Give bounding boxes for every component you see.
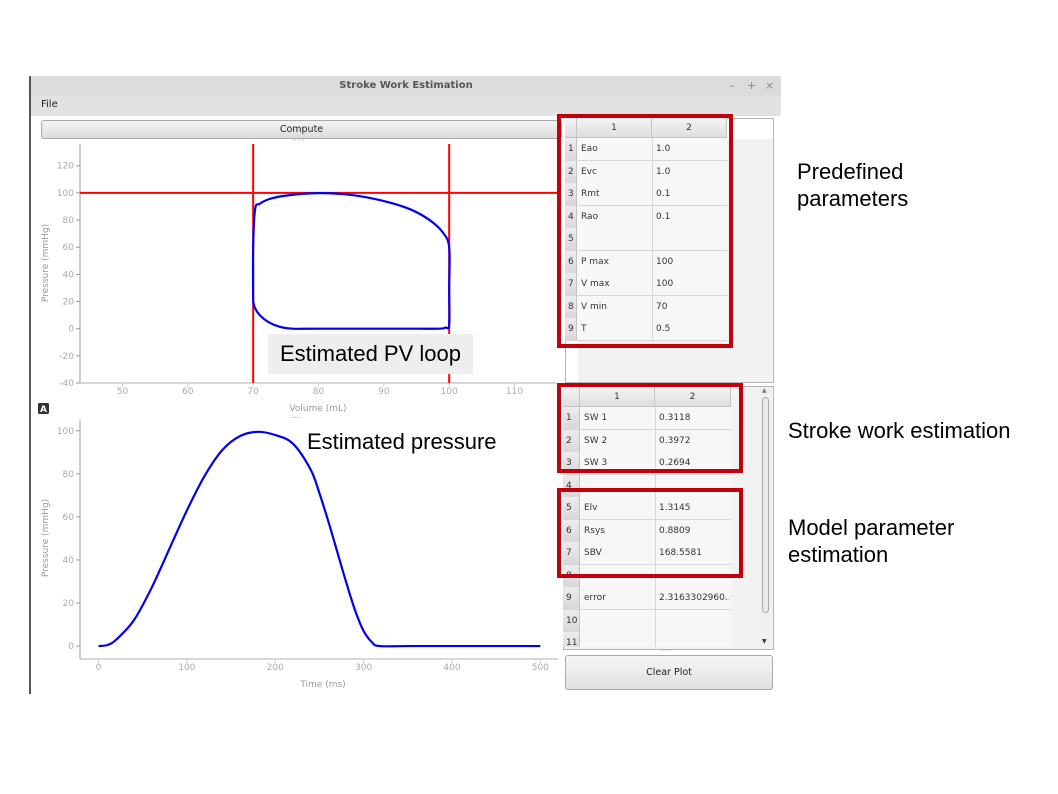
pv-y-tick-label: 20 [63,298,75,308]
results-row[interactable]: 11 [563,632,731,647]
pv-y-tick-label: -20 [59,352,74,362]
pressure-curve [98,430,541,648]
results-row-index[interactable]: 11 [563,632,580,647]
annotation-model-line1: Model parameter [788,515,955,540]
results-cell-value[interactable]: 2.3163302960... [655,587,729,609]
results-scrollbar[interactable]: ▲ ▼ [760,387,771,647]
pv-x-axis-label: Volume (mL) [289,404,346,414]
results-cell-name[interactable]: error [584,587,653,609]
pressure-x-tick-label: 200 [267,663,284,673]
annotation-stroke-work: Stroke work estimation [788,418,1011,443]
pv-x-tick-label: 100 [441,387,458,397]
pressure-x-axis-label: Time (ms) [299,680,345,690]
highlight-model-params [557,488,743,578]
pv-loop-curve [251,192,451,330]
pv-y-axis-label: Pressure (mmHg) [41,224,51,302]
highlight-stroke-work [557,383,743,473]
pv-x-tick-label: 60 [182,387,194,397]
annotation-predefined-line2: parameters [797,186,909,211]
pressure-x-tick-label: 100 [178,663,195,673]
clear-plot-button[interactable]: Clear Plot [565,655,773,690]
results-row[interactable]: 10 [563,609,731,633]
pv-x-tick-label: 70 [247,387,259,397]
pressure-x-tick-label: 300 [355,663,372,673]
pressure-y-tick-label: 100 [57,427,74,437]
pv-x-tick-label: 50 [117,387,129,397]
pv-y-tick-label: 120 [57,162,74,172]
results-row[interactable]: 9 error 2.3163302960... [563,587,731,610]
results-cell-name[interactable] [584,610,653,632]
pv-y-tick-label: 60 [63,243,75,253]
annotation-model-params: Model parameter estimation [788,514,954,568]
a-badge[interactable]: A [40,405,47,415]
results-row-index[interactable]: 9 [563,587,580,609]
pressure-y-tick-label: 60 [63,513,75,523]
pv-y-tick-label: -40 [59,379,74,389]
pressure-y-tick-label: 80 [63,470,75,480]
annotation-predefined-line1: Predefined [797,159,904,184]
pv-x-tick-label: 90 [378,387,390,397]
annotation-model-line2: estimation [788,542,889,567]
annotation-pressure: Estimated pressure [307,429,497,454]
grip-pv-bottom[interactable]: ····· [290,414,301,422]
pressure-x-tick-label: 0 [96,663,102,673]
pv-loop-chart: -40 -20 0 20 40 60 80 100 120 50 60 70 80 90 100 110 Pr… [38,144,558,690]
pressure-y-tick-label: 40 [63,556,75,566]
results-row-index[interactable]: 10 [563,609,580,632]
pv-y-tick-label: 40 [63,270,75,280]
splitter-handle-right[interactable]: ····· [660,647,673,655]
scroll-down-icon[interactable]: ▼ [762,638,767,645]
pressure-y-tick-label: 20 [63,599,75,609]
highlight-predefined [557,114,733,348]
scroll-up-icon[interactable]: ▲ [762,387,767,394]
annotation-pv-loop: Estimated PV loop [268,334,473,374]
results-cell-value[interactable] [655,609,729,632]
pressure-y-tick-label: 0 [68,642,74,652]
pv-y-tick-label: 0 [68,325,74,335]
pressure-x-tick-label: 400 [443,663,460,673]
results-cell-value[interactable] [655,632,729,647]
pv-y-tick-label: 80 [63,216,75,226]
scrollbar-thumb[interactable] [762,397,769,613]
pv-x-tick-label: 80 [313,387,325,397]
pv-y-tick-label: 100 [57,189,74,199]
pressure-y-axis-label: Pressure (mmHg) [41,499,51,577]
pv-x-tick-label: 110 [506,387,523,397]
results-cell-name[interactable] [584,632,653,647]
annotation-predefined: Predefined parameters [797,158,908,212]
pressure-x-tick-label: 500 [532,663,549,673]
